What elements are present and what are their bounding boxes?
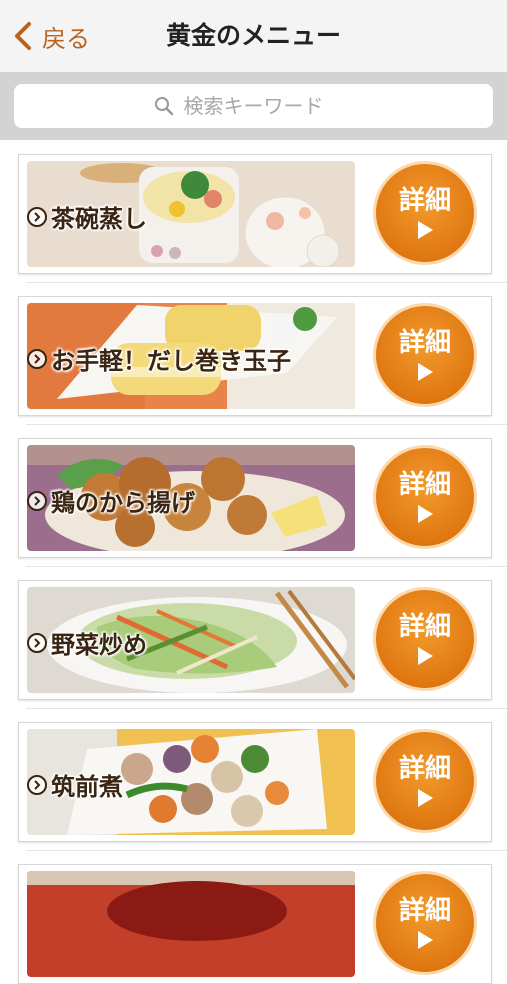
menu-item[interactable]: 鶏のから揚げ 詳細 <box>18 438 492 558</box>
search-field[interactable] <box>14 84 493 128</box>
divider <box>26 566 507 567</box>
circle-arrow-icon <box>27 632 47 653</box>
dish-name: 鶏のから揚げ <box>27 483 195 518</box>
circle-arrow-icon <box>27 348 47 369</box>
detail-label: 詳細 <box>398 754 451 784</box>
detail-button[interactable]: 詳細 <box>373 445 477 549</box>
search-input[interactable] <box>183 94 354 118</box>
menu-list: 茶碗蒸し 詳細 お手軽！だし巻き玉子 詳細 鶏のから揚げ 詳細 野菜炒め 詳細 … <box>0 140 507 984</box>
divider <box>26 708 507 709</box>
play-icon <box>418 221 433 239</box>
menu-item[interactable]: 詳細 <box>18 864 492 984</box>
detail-button[interactable]: 詳細 <box>373 729 477 833</box>
menu-item[interactable]: 茶碗蒸し 詳細 <box>18 154 492 274</box>
detail-button[interactable]: 詳細 <box>373 587 477 691</box>
dish-name: お手軽！だし巻き玉子 <box>27 341 291 376</box>
play-icon <box>418 505 433 523</box>
dish-name: 野菜炒め <box>27 625 147 660</box>
dish-name-text: 茶碗蒸し <box>51 205 147 233</box>
dish-name-text: 野菜炒め <box>51 631 147 659</box>
nav-bar: 戻る 黄金のメニュー <box>0 0 507 73</box>
play-icon <box>418 789 433 807</box>
menu-item[interactable]: 筑前煮 詳細 <box>18 722 492 842</box>
menu-item[interactable]: 野菜炒め 詳細 <box>18 580 492 700</box>
dish-name: 茶碗蒸し <box>27 199 147 234</box>
circle-arrow-icon <box>27 206 47 227</box>
page-title: 黄金のメニュー <box>165 21 341 50</box>
dish-name-text: お手軽！だし巻き玉子 <box>51 347 291 375</box>
play-icon <box>418 647 433 665</box>
divider <box>26 424 507 425</box>
dish-photo <box>27 871 355 977</box>
circle-arrow-icon <box>27 490 47 511</box>
search-icon <box>154 97 173 116</box>
detail-label: 詳細 <box>398 186 451 216</box>
search-bar <box>0 72 507 140</box>
dish-name: 筑前煮 <box>27 767 123 802</box>
dish-name-text: 筑前煮 <box>51 773 123 801</box>
detail-button[interactable]: 詳細 <box>373 871 477 975</box>
circle-arrow-icon <box>27 774 47 795</box>
detail-button[interactable]: 詳細 <box>373 303 477 407</box>
play-icon <box>418 363 433 381</box>
divider <box>26 850 507 851</box>
dish-name-text: 鶏のから揚げ <box>51 489 195 517</box>
detail-button[interactable]: 詳細 <box>373 161 477 265</box>
menu-item[interactable]: お手軽！だし巻き玉子 詳細 <box>18 296 492 416</box>
divider <box>26 282 507 283</box>
detail-label: 詳細 <box>398 470 451 500</box>
detail-label: 詳細 <box>398 612 451 642</box>
play-icon <box>418 931 433 949</box>
detail-label: 詳細 <box>398 328 451 358</box>
detail-label: 詳細 <box>398 896 451 926</box>
